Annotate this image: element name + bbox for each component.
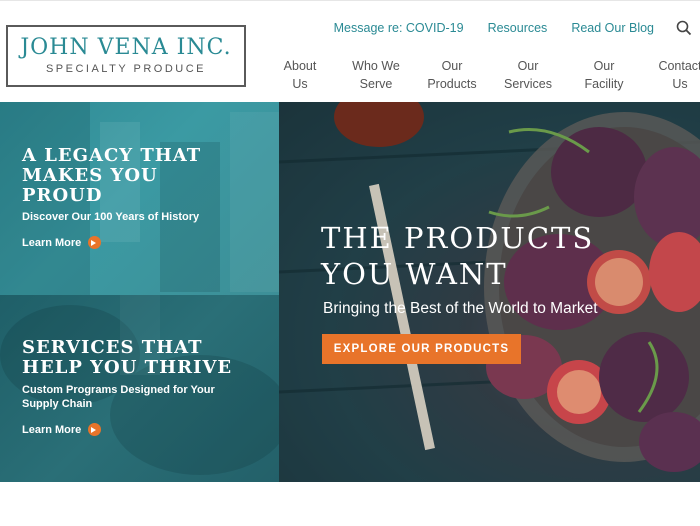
nav-label: Our (517, 59, 539, 73)
nav-label: Who We (352, 59, 400, 73)
nav-our-services[interactable]: Our Services (490, 57, 566, 93)
nav-label: Services (504, 77, 552, 91)
nav-label: Our (441, 59, 463, 73)
services-learn-more-link[interactable]: Learn More (22, 423, 102, 436)
below-fold-area (0, 482, 700, 526)
search-icon[interactable] (676, 20, 692, 36)
hero-figs-image (279, 102, 700, 482)
nav-label: About (283, 59, 317, 73)
hero-title-line: YOU WANT (321, 257, 508, 291)
blog-link[interactable]: Read Our Blog (571, 21, 654, 35)
covid-message-link[interactable]: Message re: COVID-19 (334, 21, 464, 35)
legacy-panel[interactable]: A LEGACY THAT MAKES YOU PROUD Discover O… (0, 102, 279, 295)
legacy-subtitle: Discover Our 100 Years of History (22, 211, 200, 223)
services-panel[interactable]: SERVICES THAT HELP YOU THRIVE Custom Pro… (0, 295, 279, 482)
nav-about-us[interactable]: About Us (262, 57, 338, 93)
services-title-line: HELP YOU THRIVE (22, 357, 233, 378)
services-subtitle: Custom Programs Designed for Your Supply… (22, 384, 215, 410)
explore-products-button[interactable]: EXPLORE OUR PRODUCTS (322, 334, 521, 364)
site-header: JOHN VENA INC. SPECIALTY PRODUCE Message… (0, 0, 700, 102)
legacy-title-line: A LEGACY THAT (22, 145, 202, 166)
arrow-right-icon (88, 423, 102, 436)
nav-label: Us (292, 77, 308, 91)
logo-main-text: JOHN VENA INC. (20, 35, 232, 60)
nav-our-products[interactable]: Our Products (414, 57, 490, 93)
logo-sub-text: SPECIALTY PRODUCE (45, 63, 207, 75)
legacy-title-line: MAKES YOU (22, 165, 158, 186)
legacy-title-line: PROUD (22, 185, 103, 206)
logo[interactable]: JOHN VENA INC. SPECIALTY PRODUCE (6, 25, 246, 87)
resources-link[interactable]: Resources (488, 21, 548, 35)
hero-subtitle: Bringing the Best of the World to Market (323, 300, 598, 317)
arrow-right-icon (88, 236, 102, 249)
learn-more-label: Learn More (22, 423, 82, 436)
nav-label: Us (672, 77, 688, 91)
hero-title: THE PRODUCTS YOU WANT (321, 220, 594, 292)
legacy-title: A LEGACY THAT MAKES YOU PROUD (22, 146, 201, 206)
hero-title-line: THE PRODUCTS (321, 221, 595, 255)
services-title-line: SERVICES THAT (22, 337, 203, 358)
learn-more-label: Learn More (22, 236, 82, 249)
main-nav: About Us Who We Serve Our Products Our Servi… (262, 57, 700, 93)
utility-nav: Message re: COVID-19 Resources Read Our … (310, 20, 692, 36)
hero-banner: THE PRODUCTS YOU WANT Bringing the Best … (279, 102, 700, 482)
nav-label: Serve (359, 77, 393, 91)
nav-label: Contact (658, 59, 700, 73)
nav-label: Our (593, 59, 615, 73)
nav-contact-us[interactable]: Contact Us (642, 57, 700, 93)
legacy-learn-more-link[interactable]: Learn More (22, 236, 102, 249)
services-title: SERVICES THAT HELP YOU THRIVE (22, 338, 232, 378)
nav-our-facility[interactable]: Our Facility (566, 57, 642, 93)
nav-label: Facility (584, 77, 624, 91)
nav-who-we-serve[interactable]: Who We Serve (338, 57, 414, 93)
nav-label: Products (427, 77, 477, 91)
